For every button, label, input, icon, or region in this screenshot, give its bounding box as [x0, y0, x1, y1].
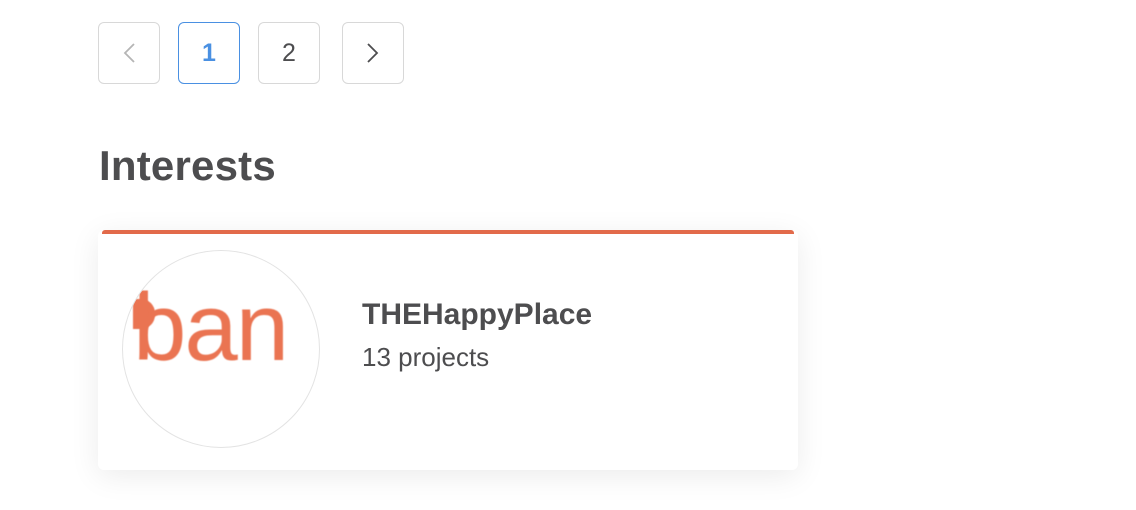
- next-page-button[interactable]: [342, 22, 404, 84]
- interest-name[interactable]: THEHappyPlace: [362, 298, 592, 332]
- chevron-left-icon: [122, 42, 136, 64]
- section-title-interests: Interests: [99, 142, 276, 189]
- card-accent-bar: [102, 230, 794, 234]
- interest-card[interactable]: ban THEHappyPlace 13 projects: [98, 230, 798, 470]
- page-button-1[interactable]: 1: [178, 22, 240, 84]
- previous-page-button[interactable]: [98, 22, 160, 84]
- chevron-right-icon: [366, 42, 380, 64]
- logo-text: ban: [133, 274, 289, 381]
- page-button-2[interactable]: 2: [258, 22, 320, 84]
- interest-project-count: 13 projects: [362, 342, 490, 372]
- interest-logo[interactable]: ban: [122, 250, 320, 448]
